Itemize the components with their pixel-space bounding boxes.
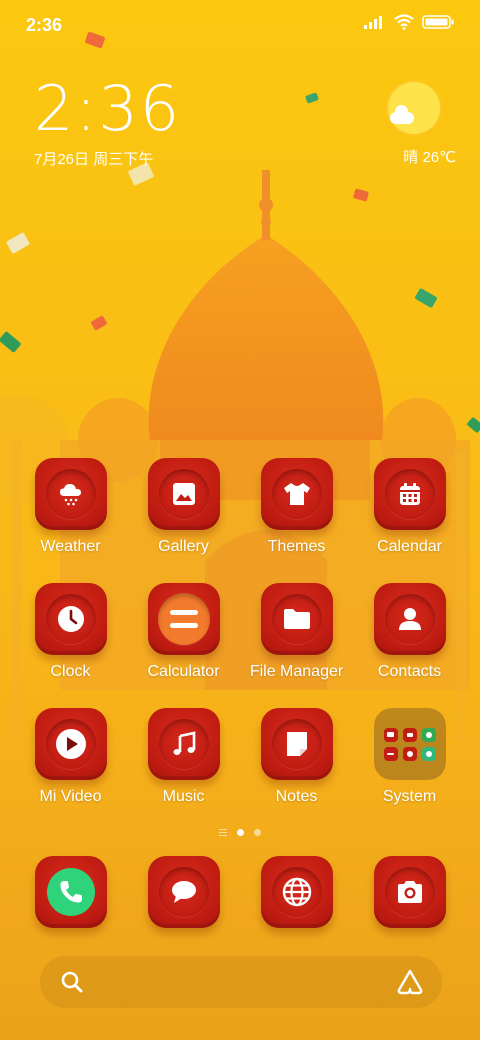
dock-messages[interactable]: [127, 856, 240, 928]
notes-icon: [286, 732, 307, 756]
search-icon: [61, 971, 83, 993]
themes-icon: [283, 483, 310, 505]
app-system-folder[interactable]: System: [353, 708, 466, 806]
feed-page-icon: [219, 829, 227, 836]
weather-widget[interactable]: [384, 82, 444, 134]
calendar-icon: [399, 483, 420, 505]
app-weather[interactable]: Weather: [14, 458, 127, 556]
status-icons: [364, 14, 454, 30]
app-calendar[interactable]: Calendar: [353, 458, 466, 556]
dock-phone[interactable]: [14, 856, 127, 928]
contacts-icon: [398, 608, 421, 630]
app-label: Music: [162, 788, 205, 805]
app-label: Clock: [50, 663, 91, 680]
app-label: Contacts: [377, 663, 442, 680]
app-themes[interactable]: Themes: [240, 458, 353, 556]
app-label: System: [382, 788, 437, 805]
dock-browser[interactable]: [240, 856, 353, 928]
folder-icon: [283, 609, 310, 629]
search-bar[interactable]: [40, 956, 442, 1008]
clock-time: 2:36: [34, 72, 182, 145]
app-label: Weather: [40, 538, 101, 555]
app-label: Calculator: [147, 663, 220, 680]
app-contacts[interactable]: Contacts: [353, 583, 466, 681]
app-label: Themes: [267, 538, 326, 555]
page-dot-active: [237, 829, 244, 836]
app-mi-video[interactable]: Mi Video: [14, 708, 127, 806]
status-bar: 2:36: [0, 0, 480, 50]
app-label: File Manager: [249, 663, 344, 680]
app-calculator[interactable]: Calculator: [127, 583, 240, 681]
app-music[interactable]: Music: [127, 708, 240, 806]
app-label: Mi Video: [39, 788, 102, 805]
app-label: Gallery: [158, 538, 209, 555]
music-icon: [173, 731, 195, 755]
app-gallery[interactable]: Gallery: [127, 458, 240, 556]
app-notes[interactable]: Notes: [240, 708, 353, 806]
assistant-icon[interactable]: [396, 968, 424, 996]
gallery-icon: [172, 483, 195, 505]
status-time: 2:36: [26, 15, 63, 35]
calculator-icon: [169, 610, 198, 628]
dock: [14, 856, 466, 936]
battery-icon: [422, 15, 454, 29]
play-icon: [55, 729, 86, 759]
folder-grid-icon: [373, 708, 446, 780]
page-indicator[interactable]: [0, 829, 480, 836]
dock-camera[interactable]: [353, 856, 466, 928]
camera-icon: [397, 881, 422, 903]
page-dot: [254, 829, 261, 836]
weather-text: 晴 26℃: [403, 149, 456, 166]
app-clock[interactable]: Clock: [14, 583, 127, 681]
app-file-manager[interactable]: File Manager: [240, 583, 353, 681]
partly-sunny-icon: [388, 82, 440, 134]
signal-icon: [364, 16, 382, 29]
wifi-icon: [394, 14, 414, 30]
clock-date: 7月26日 周三下午: [34, 151, 154, 168]
app-label: Calendar: [377, 538, 442, 555]
clock-widget[interactable]: 2:36 7月26日 周三下午: [34, 74, 181, 169]
weather-icon: [59, 484, 81, 506]
phone-icon: [59, 881, 82, 903]
message-icon: [171, 881, 196, 903]
clock-icon: [57, 606, 84, 632]
app-label: Notes: [275, 788, 318, 805]
globe-icon: [282, 877, 311, 907]
